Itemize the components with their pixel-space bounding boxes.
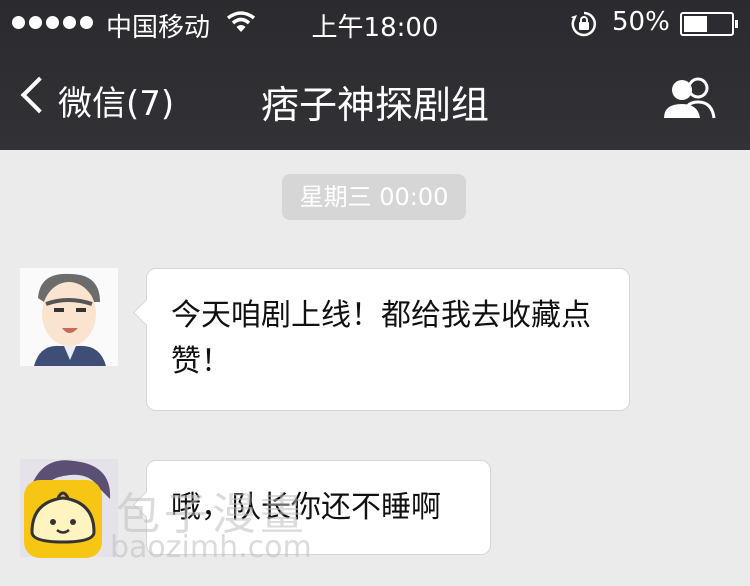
battery-fill bbox=[684, 16, 707, 32]
watermark-url: baozimh.com bbox=[110, 530, 312, 565]
chat-title: 痞子神探剧组 bbox=[260, 83, 489, 127]
bun-logo-icon bbox=[24, 480, 102, 558]
battery-percent: 50% bbox=[612, 7, 670, 37]
avatar[interactable] bbox=[20, 268, 118, 366]
people-icon[interactable] bbox=[662, 76, 718, 124]
status-bar: 中国移动 上午18:00 50% bbox=[0, 0, 750, 46]
navigation-bar: 微信(7) 痞子神探剧组 bbox=[0, 50, 750, 150]
top-bar: 中国移动 上午18:00 50% 微信(7) 痞子神探剧组 bbox=[0, 0, 750, 150]
rotation-lock-icon bbox=[570, 10, 598, 42]
watermark: 包子漫畫 baozimh.com bbox=[20, 478, 340, 570]
message-bubble[interactable]: 今天咱剧上线！都给我去收藏点赞！ bbox=[146, 268, 630, 411]
battery-icon bbox=[680, 12, 738, 36]
chat-timestamp: 星期三 00:00 bbox=[282, 174, 466, 220]
